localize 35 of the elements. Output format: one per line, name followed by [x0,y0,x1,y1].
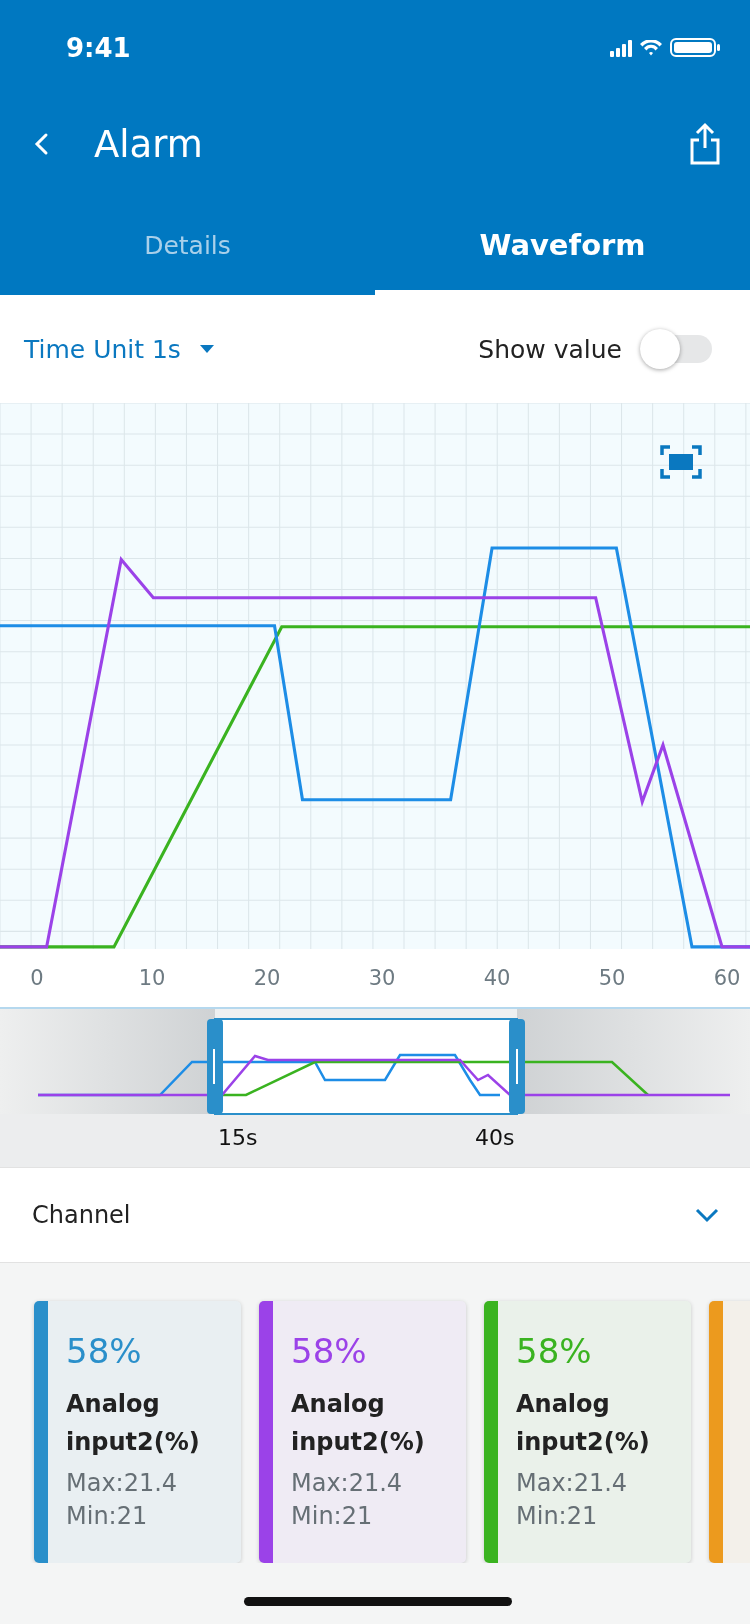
x-axis-label: 30 [367,966,397,990]
page-title: Alarm [94,122,204,166]
channel-selector[interactable]: Channel [0,1167,750,1263]
channel-min: Min:21 [291,1501,373,1532]
channel-name: Analog input2(%) [516,1389,651,1458]
show-value-toggle[interactable] [640,329,712,369]
time-unit-dropdown[interactable]: Time Unit 1s [24,334,215,364]
channel-value: 58% [291,1331,367,1371]
channel-name: Analog input2(%) [66,1389,201,1458]
channel-max: Max:21.4 [516,1468,628,1499]
channel-min: Min:21 [66,1501,148,1532]
fullscreen-icon[interactable] [660,445,702,479]
wifi-icon [640,39,662,56]
battery-icon [670,38,720,57]
channel-card[interactable]: 58% Analog input2(%) Max:21.4 Min:21 [259,1301,466,1563]
range-end-label: 40s [475,1125,515,1150]
show-value-label: Show value [478,334,622,364]
status-time: 9:41 [66,32,131,63]
x-axis-label: 20 [252,966,282,990]
channel-name: Analog input2(%) [291,1389,426,1458]
channel-card[interactable]: 58% Analog input2(%) Max:21.4 Min:21 [34,1301,241,1563]
channel-max: Max:21.4 [291,1468,403,1499]
x-axis-label: 10 [137,966,167,990]
channel-max: Max:21.4 [66,1468,178,1499]
channel-value: 58% [66,1331,142,1371]
channel-min: Min:21 [516,1501,598,1532]
x-axis-label: 50 [597,966,627,990]
x-axis-label: 60 [712,966,742,990]
channel-card[interactable]: 58% Analog input2(%) Max:21.4 Min:21 [484,1301,691,1563]
range-start-label: 15s [218,1125,258,1150]
channel-value: 58% [516,1331,592,1371]
signal-icon [610,38,632,57]
x-axis-label: 40 [482,966,512,990]
caret-icon [198,344,215,354]
x-axis-label: 0 [29,966,45,990]
